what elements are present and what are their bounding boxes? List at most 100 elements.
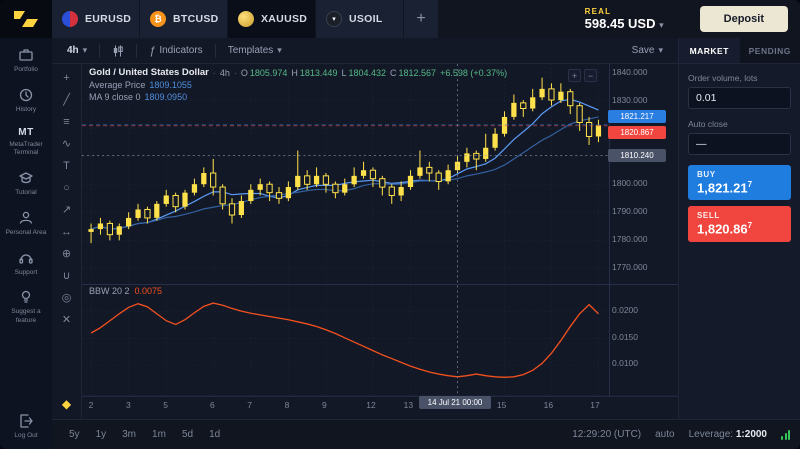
- app-sidebar: Portfolio History MT MetaTrader Terminal…: [0, 38, 52, 449]
- magnet-tool-icon[interactable]: ∪: [58, 268, 76, 283]
- candlestick-icon: [112, 45, 124, 57]
- sidebar-item-suggest-feature[interactable]: Suggest a feature: [0, 289, 52, 326]
- ma-value: 1809.0950: [145, 92, 188, 102]
- shapes-tool-icon[interactable]: ○: [58, 180, 76, 195]
- clock-utc: 12:29:20 (UTC): [572, 429, 641, 440]
- low-value: 1804.432: [348, 68, 386, 78]
- bottom-bar: 5y 1y 3m 1m 5d 1d 12:29:20 (UTC) auto Le…: [52, 419, 800, 449]
- sidebar-item-logout[interactable]: Log Out: [0, 413, 52, 441]
- volume-input[interactable]: 0.01: [688, 87, 791, 109]
- account-type-badge: REAL: [585, 7, 664, 16]
- average-price-value: 1809.1055: [149, 80, 192, 90]
- zoom-in-button[interactable]: +: [568, 69, 581, 82]
- ma-label: MA 9 close 0: [89, 92, 141, 102]
- top-bar: EURUSD ₿ BTCUSD XAUUSD ▾ USOIL + REAL 59…: [0, 0, 800, 38]
- buy-button[interactable]: BUY 1,821.217: [688, 165, 791, 200]
- range-3m-button[interactable]: 3m: [115, 426, 143, 443]
- mt-logo-icon: MT: [18, 127, 33, 138]
- sell-price: 1,820.867: [697, 221, 782, 236]
- xauusd-gold-icon: [238, 11, 254, 27]
- symbol-tab-xauusd[interactable]: XAUUSD: [228, 0, 316, 38]
- measure-tool-icon[interactable]: ↔: [58, 224, 76, 239]
- exness-logo-icon: [13, 10, 39, 28]
- timeframe-selector[interactable]: 4h ▾: [60, 42, 94, 59]
- high-value: 1813.449: [300, 68, 338, 78]
- fib-retracement-tool-icon[interactable]: ≡: [58, 114, 76, 129]
- price-chart[interactable]: 1840.0001830.0001800.0001790.0001780.000…: [82, 64, 678, 419]
- chart-toolbar: 4h ▾ ƒ Indicators: [52, 38, 678, 64]
- average-price-label: Average Price: [89, 80, 145, 90]
- sidebar-item-tutorial[interactable]: Tutorial: [0, 170, 52, 198]
- text-tool-icon[interactable]: T: [58, 158, 76, 173]
- bbw-label: BBW 20 2: [89, 286, 130, 296]
- connection-status-icon: [781, 430, 790, 440]
- timezone-auto-toggle[interactable]: auto: [655, 429, 674, 440]
- bbw-value: 0.0075: [135, 286, 163, 296]
- sidebar-item-personal-area[interactable]: Personal Area: [0, 210, 52, 238]
- chevron-down-icon: ▾: [658, 45, 663, 56]
- deposit-button[interactable]: Deposit: [700, 6, 788, 32]
- graduation-cap-icon: [18, 170, 34, 186]
- zoom-out-button[interactable]: −: [584, 69, 597, 82]
- bbw-indicator-legend: BBW 20 2 0.0075: [89, 286, 162, 296]
- portfolio-icon: [18, 47, 34, 63]
- zoom-tool-icon[interactable]: ⊕: [58, 246, 76, 261]
- user-icon: [18, 210, 34, 226]
- sell-button[interactable]: SELL 1,820.867: [688, 206, 791, 241]
- chart-canvas[interactable]: [82, 64, 678, 421]
- symbol-tab-eurusd[interactable]: EURUSD: [52, 0, 140, 38]
- tab-label: USOIL: [349, 13, 383, 25]
- history-clock-icon: [18, 87, 34, 103]
- chart-column: 4h ▾ ƒ Indicators: [52, 38, 678, 419]
- indicators-button[interactable]: ƒ Indicators: [142, 42, 209, 60]
- legend-interval: 4h: [220, 68, 230, 78]
- save-layout-button[interactable]: Save ▾: [625, 42, 670, 59]
- range-5d-button[interactable]: 5d: [175, 426, 200, 443]
- drawing-toolbar: +╱≡∿T○↗↔⊕∪◎✕◆: [52, 64, 82, 419]
- sidebar-item-metatrader[interactable]: MT MetaTrader Terminal: [0, 127, 52, 159]
- range-5y-button[interactable]: 5y: [62, 426, 87, 443]
- visibility-tool-icon[interactable]: ◎: [58, 290, 76, 305]
- wave-pattern-tool-icon[interactable]: ∿: [58, 136, 76, 151]
- chart-style-button[interactable]: [105, 42, 131, 60]
- arrow-tool-icon[interactable]: ↗: [58, 202, 76, 217]
- toolbar-divider: [136, 44, 137, 58]
- auto-close-label: Auto close: [688, 119, 791, 129]
- tab-label: BTCUSD: [173, 13, 219, 25]
- delete-drawings-icon[interactable]: ✕: [58, 312, 76, 327]
- toolbar-divider: [215, 44, 216, 58]
- exness-logo[interactable]: [0, 0, 52, 38]
- range-1m-button[interactable]: 1m: [145, 426, 173, 443]
- symbol-tab-btcusd[interactable]: ₿ BTCUSD: [140, 0, 228, 38]
- volume-label: Order volume, lots: [688, 73, 791, 83]
- close-value: 1812.567: [399, 68, 437, 78]
- btcusd-coin-icon: ₿: [150, 11, 166, 27]
- buy-price: 1,821.217: [697, 180, 782, 195]
- account-selector[interactable]: REAL 598.45 USD ▾: [575, 0, 674, 38]
- usoil-drop-icon: ▾: [326, 11, 342, 27]
- headset-icon: [18, 250, 34, 266]
- chart-legend: Gold / United States Dollar · 4h · O1805…: [89, 67, 507, 104]
- sidebar-item-portfolio[interactable]: Portfolio: [0, 47, 52, 75]
- toolbar-divider: [99, 44, 100, 58]
- sidebar-item-support[interactable]: Support: [0, 250, 52, 278]
- change-value: +6.598 (+0.37%): [440, 68, 507, 78]
- range-1y-button[interactable]: 1y: [89, 426, 114, 443]
- open-value: 1805.974: [250, 68, 288, 78]
- tab-market[interactable]: MARKET: [679, 38, 740, 63]
- templates-button[interactable]: Templates ▾: [221, 42, 289, 59]
- range-1d-button[interactable]: 1d: [202, 426, 227, 443]
- function-icon: ƒ: [149, 45, 155, 57]
- tab-pending[interactable]: PENDING: [740, 38, 800, 63]
- lightbulb-icon: [18, 289, 34, 305]
- chevron-down-icon: ▾: [659, 20, 664, 30]
- tab-label: XAUUSD: [261, 13, 307, 25]
- add-symbol-button[interactable]: +: [404, 0, 438, 38]
- sidebar-item-history[interactable]: History: [0, 87, 52, 115]
- crosshair-tool-icon[interactable]: +: [58, 70, 76, 85]
- tab-label: EURUSD: [85, 13, 131, 25]
- auto-close-input[interactable]: —: [688, 133, 791, 155]
- chevron-down-icon: ▾: [277, 45, 282, 56]
- trend-line-tool-icon[interactable]: ╱: [58, 92, 76, 107]
- symbol-tab-usoil[interactable]: ▾ USOIL: [316, 0, 404, 38]
